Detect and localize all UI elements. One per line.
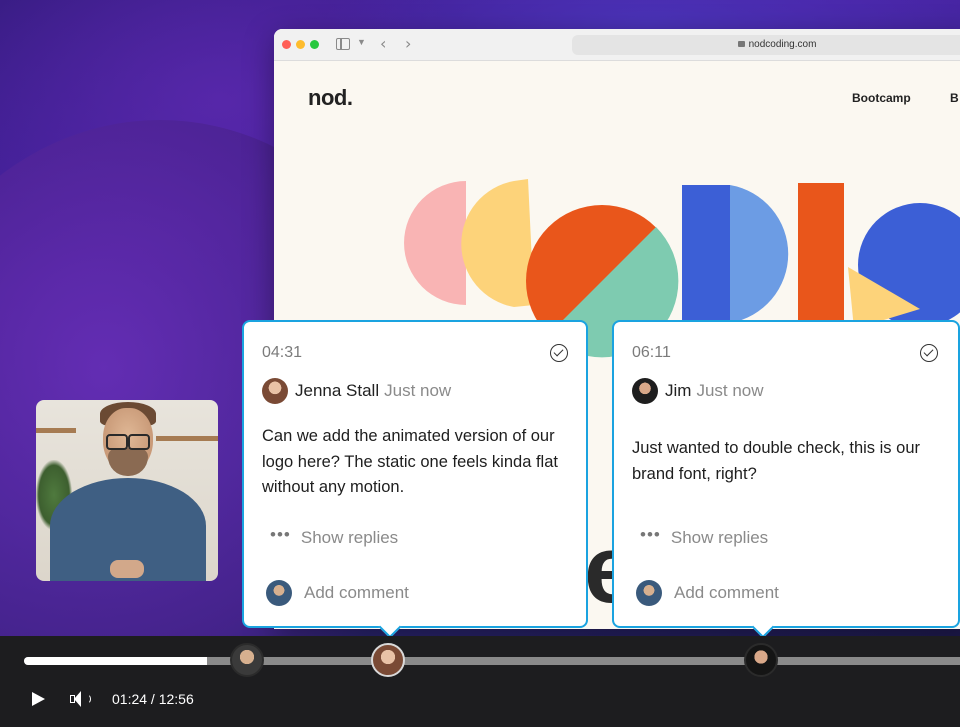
comment-author-row: Jim Just now <box>632 378 764 404</box>
presenter-hands <box>110 560 144 578</box>
zoom-window-button[interactable] <box>310 40 319 49</box>
back-arrow-icon[interactable]: ‹ <box>380 34 386 53</box>
lock-icon <box>737 41 745 47</box>
comment-time-ago: Just now <box>696 381 764 400</box>
avatar <box>632 378 658 404</box>
blue-bar <box>682 185 730 323</box>
add-comment-placeholder: Add comment <box>304 583 409 602</box>
progress-bar[interactable] <box>24 657 960 665</box>
light-blue-half-circle <box>730 185 789 323</box>
show-replies-button[interactable]: ••• Show replies <box>640 525 769 548</box>
comment-text: Can we add the animated version of our l… <box>262 427 558 496</box>
comment-marker-avatar[interactable] <box>744 643 778 677</box>
resolve-check-icon[interactable] <box>550 344 568 362</box>
show-replies-label: Show replies <box>300 528 399 547</box>
more-dots-icon: ••• <box>640 525 661 544</box>
show-replies-button[interactable]: ••• Show replies <box>270 525 399 548</box>
comment-timestamp[interactable]: 06:11 <box>632 344 671 362</box>
comment-author-row: Jenna Stall Just now <box>262 378 451 404</box>
yellow-shape <box>461 179 534 307</box>
webcam-feed[interactable] <box>36 400 218 581</box>
volume-icon[interactable] <box>70 691 92 707</box>
comment-author: Jim <box>665 381 692 400</box>
show-replies-label: Show replies <box>670 528 769 547</box>
more-dots-icon: ••• <box>270 525 291 544</box>
comment-timestamp[interactable]: 04:31 <box>262 344 302 362</box>
play-icon[interactable] <box>32 692 45 706</box>
avatar <box>636 580 662 606</box>
orange-bar <box>798 183 844 329</box>
close-window-button[interactable] <box>282 40 291 49</box>
url-text: nodcoding.com <box>748 39 817 50</box>
pink-semicircle <box>404 181 466 305</box>
comment-marker-avatar[interactable] <box>371 643 405 677</box>
add-comment-field[interactable]: Add comment <box>266 580 409 606</box>
comment-time-ago: Just now <box>384 381 452 400</box>
resolve-check-icon[interactable] <box>920 344 938 362</box>
comment-marker-avatar[interactable] <box>230 643 264 677</box>
add-comment-placeholder: Add comment <box>674 583 779 602</box>
comment-card: 04:31 Jenna Stall Just now Can we add th… <box>242 320 588 628</box>
avatar <box>266 580 292 606</box>
time-readout: 01:24 / 12:56 <box>112 691 194 707</box>
chevron-down-icon[interactable]: ▼ <box>357 37 366 47</box>
forward-arrow-icon[interactable]: › <box>405 34 411 53</box>
comment-card: 06:11 Jim Just now Just wanted to double… <box>612 320 960 628</box>
comment-author: Jenna Stall <box>295 381 380 400</box>
site-nav-item[interactable]: B <box>950 91 959 105</box>
site-nav-bootcamp[interactable]: Bootcamp <box>852 91 911 105</box>
minimize-window-button[interactable] <box>296 40 305 49</box>
progress-fill <box>24 657 208 665</box>
shelf <box>36 428 76 433</box>
sidebar-toggle-icon[interactable] <box>336 38 350 50</box>
player-controls: 01:24 / 12:56 <box>0 636 960 727</box>
shelf <box>156 436 218 441</box>
add-comment-field[interactable]: Add comment <box>636 580 779 606</box>
browser-toolbar: ▼ ‹ › nodcoding.com <box>274 29 960 61</box>
presenter-glasses <box>104 434 152 450</box>
comment-text: Just wanted to double check, this is our… <box>632 439 920 483</box>
presenter-beard <box>108 448 148 476</box>
avatar <box>262 378 288 404</box>
address-bar[interactable]: nodcoding.com <box>572 35 960 55</box>
site-logo[interactable]: nod. <box>308 85 353 111</box>
